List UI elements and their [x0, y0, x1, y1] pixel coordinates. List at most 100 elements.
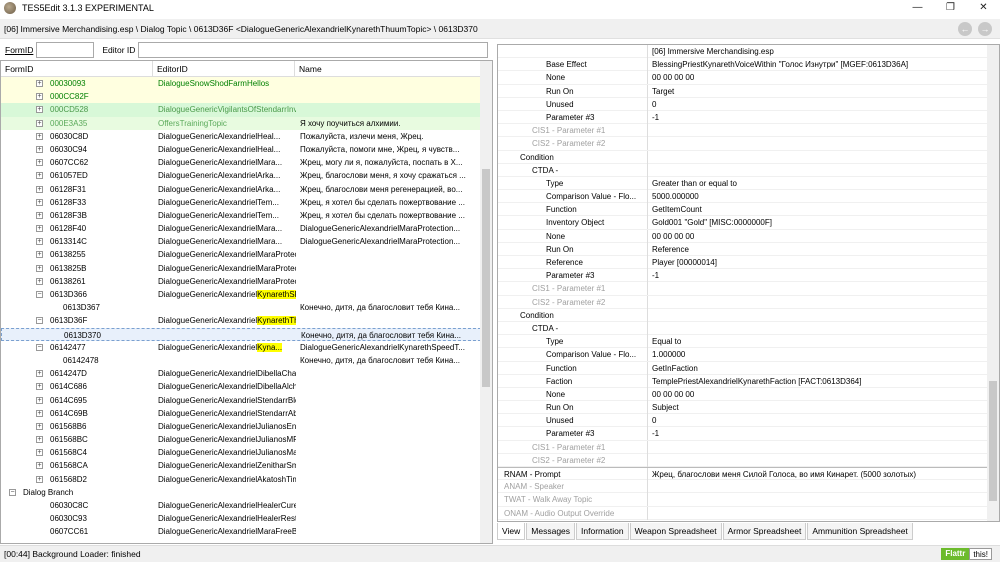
record-field-row[interactable]: Parameter #3 -1 [498, 110, 999, 125]
expand-icon[interactable]: + [36, 409, 43, 417]
field-value[interactable]: Target [652, 85, 972, 98]
field-value[interactable]: Reference [652, 243, 972, 256]
minimize-button[interactable]: — [901, 0, 934, 16]
expand-icon[interactable]: + [36, 370, 43, 378]
tree-row[interactable]: +000E3A35 OffersTrainingTopic Я хочу поучи… [1, 116, 481, 130]
expand-icon[interactable]: + [36, 119, 43, 127]
expand-icon[interactable]: + [36, 264, 43, 272]
tree-row[interactable]: −06142477 DialogueGenericAlexandrielKyna.… [1, 341, 481, 354]
flattr-button[interactable]: Flattr this! [941, 548, 992, 560]
tree-row[interactable]: +061568D2 DialogueGenericAlexandrielAkato… [1, 473, 481, 486]
tab-weapon-spreadsheet[interactable]: Weapon Spreadsheet [629, 523, 722, 540]
record-scrollbar[interactable] [987, 45, 999, 521]
expand-icon[interactable]: + [36, 225, 43, 233]
field-value[interactable]: Equal to [652, 335, 972, 348]
tree-row[interactable]: +0613314C DialogueGenericAlexandrielMara.… [1, 235, 481, 248]
record-field-row[interactable]: Unused 0 [498, 414, 999, 428]
field-value[interactable]: GetInFaction [652, 362, 972, 375]
tree-row[interactable]: +06128F3B DialogueGenericAlexandrielTem..… [1, 209, 481, 222]
editorid-filter-input[interactable] [138, 42, 489, 58]
field-value[interactable]: TemplePriestAlexandrielKynarethFaction [… [652, 375, 972, 388]
field-value[interactable]: BlessingPriestKynarethVoiceWithin "Голос… [652, 58, 972, 71]
field-value[interactable]: 1.000000 [652, 348, 972, 361]
scrollbar-thumb[interactable] [482, 169, 490, 387]
collapse-icon[interactable]: − [36, 317, 43, 325]
record-field-row[interactable]: CTDA - [498, 321, 999, 336]
tree-row[interactable]: − Dialog Branch [1, 486, 481, 499]
tree-row[interactable]: +06138261 DialogueGenericAlexandrielMaraP… [1, 275, 481, 288]
expand-icon[interactable]: + [36, 422, 43, 430]
tree-row[interactable]: −0613D36F DialogueGenericAlexandrielKynar… [1, 314, 481, 327]
tree-row[interactable]: +061568CA DialogueGenericAlexandrielZenit… [1, 459, 481, 472]
record-field-row[interactable]: Parameter #3 -1 [498, 269, 999, 283]
column-formid[interactable]: FormID [1, 61, 153, 76]
maximize-button[interactable]: ❐ [934, 0, 967, 16]
record-field-row[interactable]: CIS2 - Parameter #2 [498, 295, 999, 309]
record-field-row[interactable]: CIS1 - Parameter #1 [498, 124, 999, 138]
column-editorid[interactable]: EditorID [153, 61, 295, 76]
tree-row[interactable]: +000CD528 DialogueGenericVigilantsOfStend… [1, 103, 481, 117]
expand-icon[interactable]: + [36, 436, 43, 444]
expand-icon[interactable]: + [36, 106, 43, 114]
expand-icon[interactable]: + [36, 449, 43, 457]
tree-row[interactable]: +0614247D DialogueGenericAlexandrielDibel… [1, 367, 481, 380]
tree-row[interactable]: +00030093 DialogueSnowShodFarmHellos [1, 77, 481, 91]
expand-icon[interactable]: + [36, 159, 43, 167]
field-value[interactable]: 00 00 00 00 [652, 230, 972, 243]
record-field-row[interactable]: ONAM - Audio Output Override [498, 506, 999, 520]
tree-row[interactable]: +000CC82F [1, 90, 481, 104]
record-field-row[interactable]: Reference Player [00000014] [498, 256, 999, 270]
tree-row[interactable]: +061057ED DialogueGenericAlexandrielArka.… [1, 169, 481, 182]
tree-row[interactable]: 0613D367 Конечно, дитя, да благословит те… [1, 301, 481, 314]
expand-icon[interactable]: + [36, 198, 43, 206]
tree-scrollbar[interactable] [480, 61, 492, 543]
record-field-row[interactable]: Run On Reference [498, 242, 999, 256]
record-field-row[interactable]: Condition [498, 150, 999, 164]
expand-icon[interactable]: + [36, 238, 43, 246]
close-button[interactable]: ✕ [967, 0, 1000, 16]
column-name[interactable]: Name [295, 61, 481, 76]
expand-icon[interactable]: + [36, 93, 43, 101]
tree-row[interactable]: +0614C69B DialogueGenericAlexandrielStend… [1, 407, 481, 420]
record-field-row[interactable]: ANAM - Speaker [498, 480, 999, 494]
record-field-row[interactable]: Comparison Value - Flo... 1.000000 [498, 348, 999, 362]
record-field-row[interactable]: CIS1 - Parameter #1 [498, 440, 999, 454]
tree-row[interactable]: 0607CC61 DialogueGenericAlexandrielMaraFr… [1, 525, 481, 538]
forward-icon[interactable]: → [978, 22, 992, 36]
scrollbar-thumb[interactable] [989, 381, 997, 501]
expand-icon[interactable]: + [36, 462, 43, 470]
tree-row[interactable]: +0614C686 DialogueGenericAlexandrielDibel… [1, 380, 481, 393]
expand-icon[interactable]: + [36, 475, 43, 483]
expand-icon[interactable]: + [36, 383, 43, 391]
record-tree[interactable]: FormID EditorID Name +00030093 DialogueSn… [0, 60, 493, 544]
record-field-row[interactable]: None 00 00 00 00 [498, 71, 999, 85]
formid-filter-input[interactable] [36, 42, 95, 58]
record-field-row[interactable]: RNAM - Prompt Жрец, благослови меня Силой… [498, 467, 999, 481]
tree-row[interactable]: +06128F31 DialogueGenericAlexandrielArka.… [1, 183, 481, 196]
tree-row[interactable]: +061568BC DialogueGenericAlexandrielJulia… [1, 433, 481, 446]
tree-row[interactable]: +06030C8D DialogueGenericAlexandrielHeal.… [1, 130, 481, 143]
field-value[interactable]: -1 [652, 427, 972, 440]
field-value[interactable]: 0 [652, 414, 972, 427]
expand-icon[interactable]: + [36, 132, 43, 140]
expand-icon[interactable]: + [36, 185, 43, 193]
record-field-row[interactable]: Unused 0 [498, 97, 999, 111]
record-field-row[interactable]: Function GetInFaction [498, 361, 999, 375]
tab-messages[interactable]: Messages [526, 523, 576, 540]
collapse-icon[interactable]: − [36, 291, 43, 298]
record-field-row[interactable]: Condition [498, 308, 999, 322]
collapse-icon[interactable]: − [36, 343, 43, 351]
tab-ammunition-spreadsheet[interactable]: Ammunition Spreadsheet [807, 523, 913, 540]
tree-row[interactable]: +0613825B DialogueGenericAlexandrielMaraP… [1, 262, 481, 275]
tree-row[interactable]: +061568B6 DialogueGenericAlexandrielJulia… [1, 420, 481, 433]
record-field-row[interactable]: Comparison Value - Flo... 5000.000000 [498, 190, 999, 204]
expand-icon[interactable]: + [36, 396, 43, 404]
tree-row[interactable]: +0614C695 DialogueGenericAlexandrielStend… [1, 394, 481, 407]
tree-row[interactable]: 0613D370 Конечно, дитя, да благословит те… [1, 327, 481, 341]
record-field-row[interactable]: Faction TemplePriestAlexandrielKynarethFa… [498, 374, 999, 388]
expand-icon[interactable]: + [36, 211, 43, 219]
tree-row[interactable]: 06030C93 DialogueGenericAlexandrielHealer… [1, 512, 481, 525]
record-field-row[interactable]: CIS2 - Parameter #2 [498, 137, 999, 151]
field-value[interactable]: 00 00 00 00 [652, 388, 972, 401]
record-field-row[interactable]: CTDA - [498, 163, 999, 177]
